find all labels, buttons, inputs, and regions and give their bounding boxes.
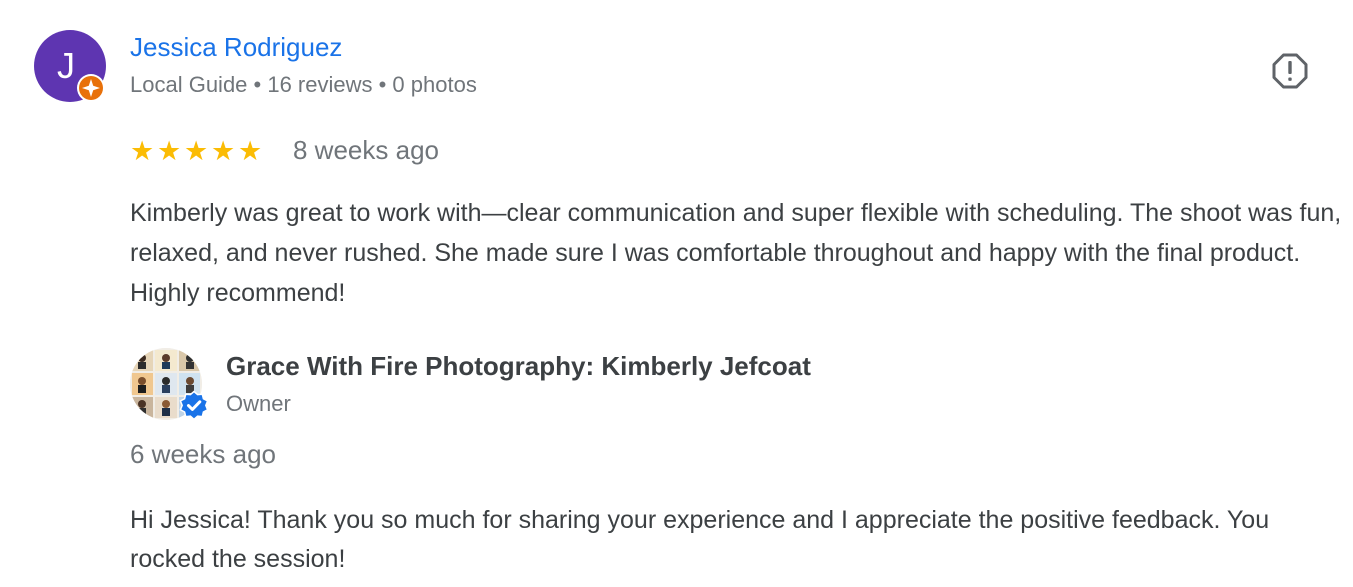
reviewer-name-link[interactable]: Jessica Rodriguez: [130, 32, 342, 63]
reviewer-meta: Local Guide • 16 reviews • 0 photos: [130, 72, 477, 97]
review-date: 8 weeks ago: [293, 135, 439, 165]
response-date: 6 weeks ago: [130, 439, 276, 469]
star-rating: ★ ★ ★ ★ ★: [130, 136, 265, 166]
verified-badge-icon: [179, 390, 209, 421]
response-text: Hi Jessica! Thank you so much for sharin…: [130, 506, 1270, 573]
star-icon: ★: [211, 136, 236, 166]
report-flag-icon[interactable]: [1270, 51, 1310, 91]
review-text: Kimberly was great to work with—clear co…: [130, 199, 1342, 307]
star-icon: ★: [238, 136, 263, 166]
star-icon: ★: [184, 136, 209, 166]
star-icon: ★: [157, 136, 182, 166]
local-guide-badge-icon: [77, 74, 105, 102]
owner-name: Grace With Fire Photography: Kimberly Je…: [226, 351, 811, 381]
review-card: J Jessica Rodriguez Local Guide • 16 rev…: [0, 0, 1353, 587]
star-icon: ★: [130, 136, 155, 166]
owner-role: Owner: [226, 391, 291, 416]
